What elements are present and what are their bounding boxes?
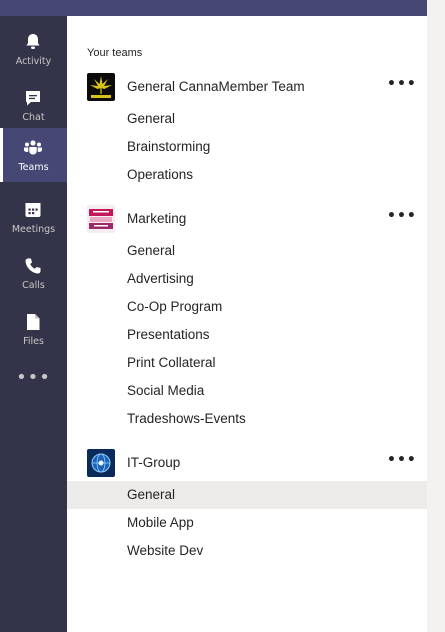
rail-label-teams: Teams <box>18 162 49 173</box>
team-more-options-button[interactable]: ••• <box>387 453 416 473</box>
channel-name: Brainstorming <box>127 139 211 154</box>
team-header[interactable]: IT-Group ••• <box>67 449 427 477</box>
phone-icon <box>25 258 41 274</box>
channel-name: Website Dev <box>127 543 204 558</box>
channel-item[interactable]: General <box>67 237 427 265</box>
rail-label-chat: Chat <box>22 112 45 123</box>
channel-name: Presentations <box>127 327 210 342</box>
channel-item[interactable]: Presentations <box>67 321 427 349</box>
team-header[interactable]: Marketing ••• <box>67 205 427 233</box>
rail-item-meetings[interactable]: Meetings <box>0 190 67 244</box>
channel-item[interactable]: Advertising <box>67 265 427 293</box>
channel-item[interactable]: General <box>67 105 427 133</box>
channel-name: Social Media <box>127 383 205 398</box>
rail-label-activity: Activity <box>15 56 52 67</box>
rail-item-files[interactable]: Files <box>0 302 67 356</box>
title-bar <box>0 0 445 16</box>
channel-name: Operations <box>127 167 194 182</box>
channel-item[interactable]: Mobile App <box>67 509 427 537</box>
channel-name: Tradeshows-Events <box>127 411 246 426</box>
file-icon <box>27 314 40 330</box>
rail-label-files: Files <box>23 336 44 347</box>
channel-name: Mobile App <box>127 515 194 530</box>
channel-name: General <box>127 111 176 126</box>
channel-item[interactable]: Social Media <box>67 377 427 405</box>
channel-name: Co-Op Program <box>127 299 223 314</box>
mobile-marketing-logo <box>87 205 115 233</box>
channel-item[interactable]: Website Dev <box>67 537 427 565</box>
network-globe-logo <box>87 449 115 477</box>
rail-item-chat[interactable]: Chat <box>0 78 67 132</box>
more-apps-button[interactable]: ••• <box>0 369 67 393</box>
team-header[interactable]: General CannaMember Team ••• <box>67 73 427 101</box>
app-rail: Activity Chat Teams Meetings Calls Files… <box>0 16 67 632</box>
channel-item-selected[interactable]: General <box>67 481 427 509</box>
channel-name: Advertising <box>127 271 194 286</box>
teams-panel: Your teams General CannaMember Team ••• … <box>67 16 427 632</box>
channel-item[interactable]: Print Collateral <box>67 349 427 377</box>
channel-name: Print Collateral <box>127 355 216 370</box>
team-more-options-button[interactable]: ••• <box>387 77 416 97</box>
channel-item[interactable]: Operations <box>67 161 427 189</box>
team-name: General CannaMember Team <box>127 79 305 94</box>
channel-item[interactable]: Co-Op Program <box>67 293 427 321</box>
rail-label-calls: Calls <box>22 280 45 291</box>
title-bar-edge <box>427 0 445 16</box>
canna-leaf-logo <box>87 73 115 101</box>
channel-item[interactable]: Tradeshows-Events <box>67 405 427 433</box>
panel-edge <box>427 16 445 632</box>
team-name: IT-Group <box>127 455 181 470</box>
bell-icon <box>26 34 40 49</box>
calendar-icon <box>25 203 41 217</box>
team-more-options-button[interactable]: ••• <box>387 209 416 229</box>
your-teams-heading: Your teams <box>87 47 143 59</box>
team-name: Marketing <box>127 211 187 226</box>
rail-label-meetings: Meetings <box>11 224 56 235</box>
channel-name: General <box>127 487 176 502</box>
rail-item-teams[interactable]: Teams <box>0 128 67 182</box>
rail-item-calls[interactable]: Calls <box>0 246 67 300</box>
channel-name: General <box>127 243 176 258</box>
channel-item[interactable]: Brainstorming <box>67 133 427 161</box>
rail-item-activity[interactable]: Activity <box>0 22 67 76</box>
teams-icon <box>24 140 42 155</box>
chat-icon <box>26 91 40 106</box>
